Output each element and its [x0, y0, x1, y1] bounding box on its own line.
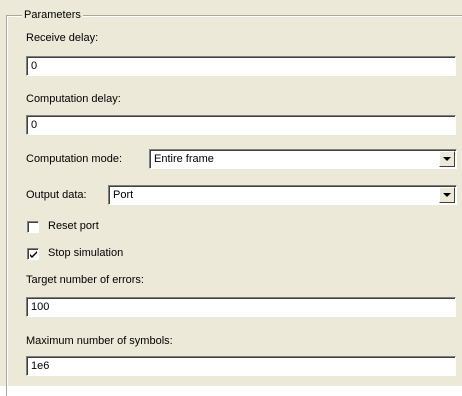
receive-delay-label: Receive delay: — [26, 32, 99, 44]
target-errors-input[interactable]: 100 — [26, 297, 456, 317]
computation-mode-label: Computation mode: — [26, 153, 122, 165]
parameters-panel: Parameters Receive delay: 0 Computation … — [0, 0, 462, 396]
max-symbols-value: 1e6 — [31, 360, 50, 372]
target-errors-label: Target number of errors: — [26, 274, 144, 286]
computation-delay-input[interactable]: 0 — [26, 115, 456, 135]
computation-delay-label: Computation delay: — [26, 93, 121, 105]
computation-mode-select[interactable]: Entire frame — [149, 149, 457, 169]
receive-delay-value: 0 — [31, 60, 38, 72]
target-errors-value: 100 — [31, 301, 50, 313]
stop-simulation-checkbox[interactable] — [27, 248, 39, 260]
reset-port-checkbox[interactable] — [27, 221, 39, 233]
chevron-down-icon — [443, 193, 451, 197]
parameters-group-title: Parameters — [22, 9, 83, 21]
stop-simulation-label[interactable]: Stop simulation — [48, 247, 123, 260]
checkmark-icon — [30, 251, 37, 258]
output-data-value: Port — [113, 189, 134, 201]
max-symbols-input[interactable]: 1e6 — [26, 356, 456, 376]
computation-mode-value: Entire frame — [154, 153, 214, 165]
output-data-dropdown-button[interactable] — [439, 187, 455, 203]
computation-mode-dropdown-button[interactable] — [439, 151, 455, 167]
max-symbols-label: Maximum number of symbols: — [26, 335, 173, 347]
receive-delay-input[interactable]: 0 — [26, 56, 456, 76]
output-data-label: Output data: — [26, 189, 87, 201]
output-data-select[interactable]: Port — [108, 185, 457, 205]
chevron-down-icon — [443, 157, 451, 161]
reset-port-label[interactable]: Reset port — [48, 220, 99, 233]
computation-delay-value: 0 — [31, 119, 38, 131]
